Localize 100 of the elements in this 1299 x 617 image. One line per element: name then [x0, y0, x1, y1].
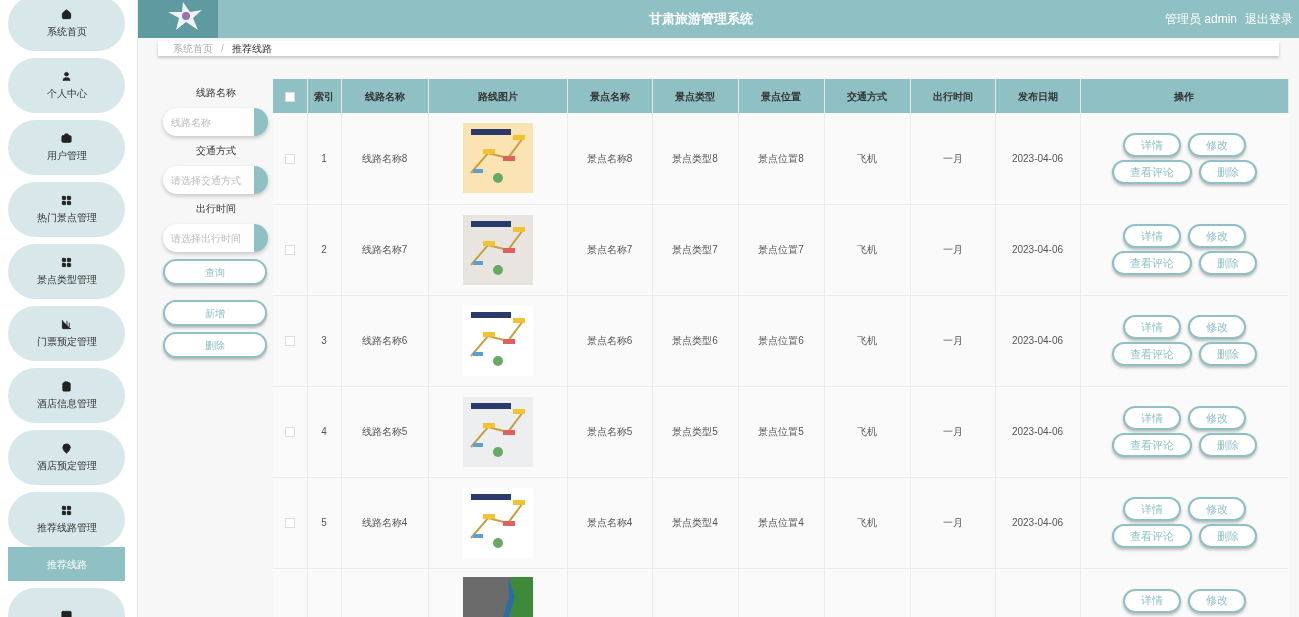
table-cell: 飞机: [857, 335, 877, 346]
table-cell: 景点位置8: [758, 152, 804, 164]
table-cell: 3: [321, 335, 327, 346]
table-cell: 线路名称5: [361, 426, 408, 437]
table-cell: 景点名称7: [586, 244, 633, 255]
row-action-button[interactable]: 修改: [1187, 588, 1246, 613]
table-cell: 2023-04-06: [1011, 426, 1064, 437]
row-action-button[interactable]: 删除: [1198, 524, 1257, 548]
row-action-button[interactable]: 删除: [1198, 159, 1257, 184]
row-action-button[interactable]: 详情: [1122, 132, 1181, 157]
table-cell: 一月: [942, 335, 963, 346]
sidebar-item[interactable]: 门票预定管理: [8, 306, 125, 361]
select-all-checkbox[interactable]: [284, 91, 295, 102]
row-action-button[interactable]: 详情: [1122, 406, 1181, 430]
row-action-button[interactable]: 修改: [1187, 406, 1246, 430]
row-action-button[interactable]: 修改: [1187, 132, 1246, 157]
row-action-button[interactable]: 修改: [1187, 224, 1246, 248]
filter-label: 线路名称: [195, 86, 236, 100]
sidebar-item[interactable]: 系统首页: [8, 0, 125, 51]
table-cell: 景点类型4: [672, 517, 718, 528]
breadcrumb-separator: /: [221, 42, 224, 56]
sidebar-item[interactable]: 酒店预定管理: [8, 430, 125, 485]
table-cell: 线路名称4: [361, 517, 408, 528]
table-cell: 飞机: [857, 426, 877, 437]
filter-label: 出行时间: [195, 202, 236, 216]
table-cell: 1: [321, 152, 327, 164]
column-header: 出行时间: [932, 90, 973, 102]
table-cell: 景点名称6: [586, 335, 633, 346]
column-header: 索引: [314, 90, 334, 102]
table-cell: 线路名称6: [361, 335, 408, 346]
column-header: 操作: [1174, 90, 1194, 102]
table-cell: 一月: [942, 244, 963, 255]
filter-label: 交通方式: [195, 144, 236, 158]
column-header: 景点名称: [589, 90, 630, 102]
table-cell: 景点类型6: [672, 335, 718, 346]
table-cell: 5: [321, 517, 327, 528]
table-cell: 2023-04-06: [1011, 335, 1064, 346]
row-checkbox[interactable]: [284, 427, 295, 438]
row-action-button[interactable]: 查看评论: [1111, 159, 1192, 184]
table-cell: 2023-04-06: [1011, 244, 1064, 255]
search-button[interactable]: 查询: [163, 259, 267, 285]
filter-field[interactable]: 线路名称: [163, 108, 268, 136]
table-cell: 一月: [942, 426, 963, 437]
row-action-button[interactable]: 详情: [1122, 224, 1181, 248]
table-cell: 飞机: [857, 244, 877, 255]
grid-icon: [61, 256, 72, 268]
row-action-button[interactable]: 删除: [1198, 342, 1257, 366]
column-header: 发布日期: [1017, 90, 1058, 102]
row-action-button[interactable]: 删除: [1198, 251, 1257, 275]
row-action-button[interactable]: 查看评论: [1111, 251, 1192, 275]
filter-field[interactable]: 请选择出行时间: [163, 224, 268, 252]
action-button[interactable]: 删除: [163, 332, 267, 358]
breadcrumb-item[interactable]: 系统首页: [173, 41, 213, 56]
column-header: 景点类型: [675, 90, 715, 102]
sidebar-subitem[interactable]: 推荐线路: [8, 547, 125, 581]
row-checkbox[interactable]: [284, 336, 295, 347]
row-action-button[interactable]: 修改: [1187, 497, 1246, 521]
app-title: 甘肃旅游管理系统: [648, 10, 753, 29]
sidebar-item[interactable]: 推荐线路管理: [8, 492, 125, 547]
column-header: 景点位置: [761, 90, 801, 102]
user-icon: [61, 70, 72, 82]
logout-link[interactable]: 退出登录: [1245, 10, 1293, 28]
row-action-button[interactable]: 详情: [1122, 588, 1181, 613]
grid-icon: [61, 504, 72, 516]
row-action-button[interactable]: 查看评论: [1111, 342, 1192, 366]
sidebar-item[interactable]: 热门景点管理: [8, 182, 125, 237]
column-header: 路线图片: [477, 90, 518, 102]
table-cell: 一月: [942, 152, 963, 164]
breadcrumb-item: 推荐线路: [231, 42, 272, 56]
table-cell: 景点名称8: [586, 152, 633, 164]
row-checkbox[interactable]: [284, 154, 295, 165]
row-action-button[interactable]: 修改: [1187, 315, 1246, 339]
table-cell: 2023-04-06: [1011, 517, 1064, 528]
table-cell: 2: [321, 244, 327, 255]
row-action-button[interactable]: 查看评论: [1111, 433, 1192, 457]
action-button[interactable]: 新增: [163, 300, 267, 326]
column-header: 线路名称: [364, 90, 405, 102]
table-cell: 景点类型5: [672, 426, 718, 437]
row-checkbox[interactable]: [284, 245, 295, 256]
row-action-button[interactable]: 详情: [1122, 497, 1181, 521]
sidebar-item[interactable]: 酒店信息管理: [8, 368, 125, 423]
row-action-button[interactable]: 删除: [1198, 433, 1257, 457]
table-cell: 线路名称8: [361, 152, 408, 164]
map-pin-icon: [61, 442, 72, 454]
table-cell: 2023-04-06: [1011, 152, 1064, 164]
table-cell: 飞机: [857, 152, 877, 164]
table-cell: 一月: [942, 517, 963, 528]
sidebar-item[interactable]: 景点类型管理: [8, 244, 125, 299]
table-cell: 景点类型8: [672, 152, 718, 164]
table-cell: 景点类型7: [672, 244, 718, 255]
row-action-button[interactable]: 查看评论: [1111, 524, 1192, 548]
sidebar-item[interactable]: 个人中心: [8, 58, 125, 113]
sidebar-item[interactable]: 用户管理: [8, 120, 125, 175]
table-cell: 飞机: [857, 517, 877, 528]
grid-icon: [61, 194, 72, 206]
table-cell: 4: [321, 426, 327, 437]
row-checkbox[interactable]: [284, 518, 295, 529]
row-action-button[interactable]: 详情: [1122, 315, 1181, 339]
table-cell: 景点名称4: [586, 517, 633, 528]
table-cell: 景点位置5: [758, 426, 804, 437]
